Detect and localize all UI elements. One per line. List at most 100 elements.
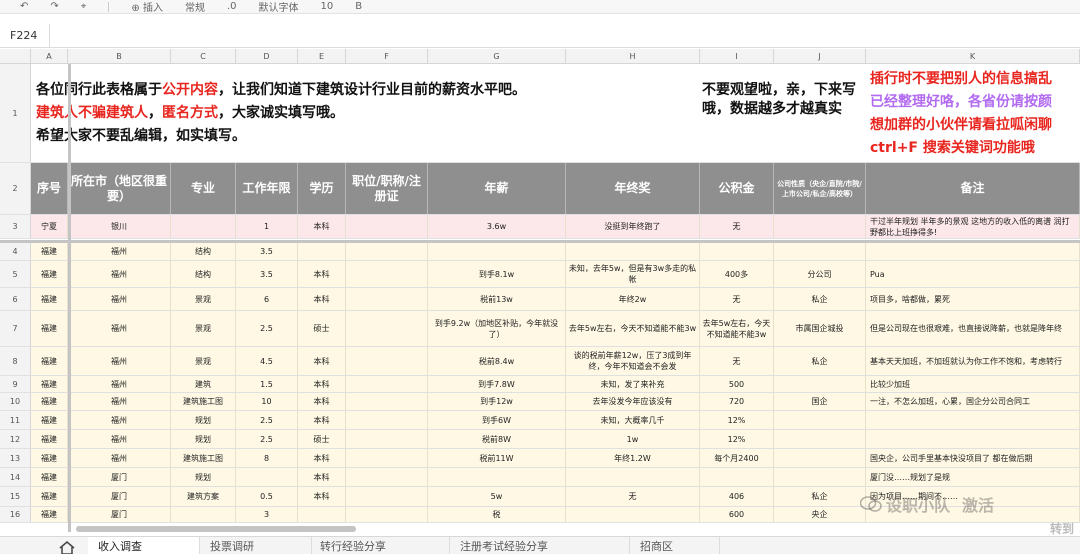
table-cell[interactable]: 5w <box>428 487 566 506</box>
header-cell[interactable]: 专业 <box>171 163 236 214</box>
column-header-g[interactable]: G <box>428 49 566 64</box>
header-cell[interactable]: 工作年限 <box>236 163 298 214</box>
row-number[interactable]: 13 <box>0 449 31 467</box>
table-cell[interactable] <box>346 215 428 238</box>
number-format-select[interactable]: 常规 <box>185 0 205 13</box>
table-cell[interactable]: 本科 <box>298 468 346 486</box>
table-cell[interactable]: 厦门 <box>68 468 171 486</box>
table-cell[interactable]: 国企 <box>774 393 866 410</box>
table-cell[interactable]: 每个月2400 <box>700 449 774 467</box>
table-cell[interactable]: Pua <box>866 261 1080 287</box>
table-cell[interactable]: 硕士 <box>298 430 346 448</box>
sheet-tab[interactable]: 收入调查 <box>88 537 200 554</box>
row-number[interactable]: 15 <box>0 487 31 506</box>
header-cell[interactable]: 所在市（地区很重要） <box>68 163 171 214</box>
table-cell[interactable] <box>428 242 566 260</box>
column-header-k[interactable]: K <box>866 49 1080 64</box>
table-cell[interactable]: 福建 <box>31 487 68 506</box>
insert-button[interactable]: ⊕ 插入 <box>131 0 163 13</box>
header-cell[interactable]: 序号 <box>31 163 68 214</box>
table-cell[interactable]: 税前8W <box>428 430 566 448</box>
table-cell[interactable]: 硕士 <box>298 311 346 346</box>
column-header-b[interactable]: B <box>68 49 171 64</box>
table-cell[interactable] <box>774 430 866 448</box>
table-cell[interactable] <box>171 507 236 522</box>
table-cell[interactable] <box>346 468 428 486</box>
table-cell[interactable]: 720 <box>700 393 774 410</box>
table-cell[interactable] <box>700 468 774 486</box>
table-cell[interactable]: 厦门 <box>68 487 171 506</box>
table-cell[interactable]: 1 <box>236 215 298 238</box>
table-cell[interactable]: 税前8.4w <box>428 347 566 375</box>
table-cell[interactable]: 无 <box>700 347 774 375</box>
table-cell[interactable]: 0.5 <box>236 487 298 506</box>
row-number[interactable]: 6 <box>0 288 31 310</box>
column-header-f[interactable]: F <box>346 49 428 64</box>
table-cell[interactable]: 8 <box>236 449 298 467</box>
table-cell[interactable]: 3.5 <box>236 261 298 287</box>
table-cell[interactable]: 市属国企城投 <box>774 311 866 346</box>
table-cell[interactable]: 福建 <box>31 288 68 310</box>
column-header-h[interactable]: H <box>566 49 700 64</box>
table-cell[interactable] <box>428 468 566 486</box>
table-cell[interactable]: 福建 <box>31 411 68 429</box>
table-cell[interactable]: 本科 <box>298 487 346 506</box>
table-cell[interactable] <box>774 242 866 260</box>
table-cell[interactable]: 1.5 <box>236 376 298 392</box>
column-header-a[interactable]: A <box>31 49 68 64</box>
table-cell[interactable]: 规划 <box>171 468 236 486</box>
redo-icon[interactable]: ↷ <box>50 1 58 12</box>
table-cell[interactable]: 私企 <box>774 288 866 310</box>
table-cell[interactable]: 福州 <box>68 347 171 375</box>
table-cell[interactable] <box>171 215 236 238</box>
row-number[interactable]: 11 <box>0 411 31 429</box>
table-cell[interactable]: 福州 <box>68 411 171 429</box>
table-cell[interactable] <box>346 487 428 506</box>
table-cell[interactable]: 500 <box>700 376 774 392</box>
undo-icon[interactable]: ↶ <box>20 1 28 12</box>
sheet-tab[interactable]: 投票调研 <box>200 537 312 554</box>
table-cell[interactable] <box>298 507 346 522</box>
column-header-d[interactable]: D <box>236 49 298 64</box>
table-cell[interactable] <box>774 376 866 392</box>
table-cell[interactable]: 406 <box>700 487 774 506</box>
table-cell[interactable]: 基本天天加班，不加班就认为你工作不饱和，考虑转行 <box>866 347 1080 375</box>
header-cell[interactable]: 年薪 <box>428 163 566 214</box>
table-cell[interactable]: 建筑施工图 <box>171 393 236 410</box>
table-cell[interactable]: 规划 <box>171 430 236 448</box>
row-number[interactable]: 5 <box>0 261 31 287</box>
table-cell[interactable] <box>566 507 700 522</box>
header-cell[interactable]: 备注 <box>866 163 1080 214</box>
table-cell[interactable]: 3.6w <box>428 215 566 238</box>
table-cell[interactable]: 福建 <box>31 261 68 287</box>
font-select[interactable]: 默认字体 <box>259 0 299 13</box>
table-cell[interactable]: 福建 <box>31 393 68 410</box>
table-cell[interactable]: 福建 <box>31 347 68 375</box>
header-cell[interactable]: 学历 <box>298 163 346 214</box>
row-number[interactable]: 10 <box>0 393 31 410</box>
table-cell[interactable]: 1w <box>566 430 700 448</box>
table-cell[interactable]: 福州 <box>68 393 171 410</box>
table-cell[interactable]: 无 <box>566 487 700 506</box>
table-cell[interactable] <box>566 468 700 486</box>
table-cell[interactable]: 12% <box>700 430 774 448</box>
table-cell[interactable]: 景观 <box>171 347 236 375</box>
table-cell[interactable]: 景观 <box>171 311 236 346</box>
table-cell[interactable]: 建筑 <box>171 376 236 392</box>
row-number[interactable]: 2 <box>0 163 31 214</box>
table-cell[interactable]: 本科 <box>298 215 346 238</box>
table-cell[interactable]: 600 <box>700 507 774 522</box>
table-cell[interactable]: 本科 <box>298 288 346 310</box>
table-cell[interactable]: 未知，发了来补充 <box>566 376 700 392</box>
table-cell[interactable] <box>346 288 428 310</box>
format-painter-icon[interactable]: ⌖ <box>81 1 87 12</box>
table-cell[interactable]: 银川 <box>68 215 171 238</box>
table-cell[interactable]: 福州 <box>68 376 171 392</box>
decimal-button[interactable]: .0 <box>227 1 237 12</box>
table-cell[interactable] <box>346 449 428 467</box>
table-cell[interactable] <box>298 242 346 260</box>
column-header-c[interactable]: C <box>171 49 236 64</box>
table-cell[interactable]: 无 <box>700 288 774 310</box>
table-cell[interactable]: 本科 <box>298 411 346 429</box>
horizontal-scrollbar[interactable] <box>76 526 356 532</box>
